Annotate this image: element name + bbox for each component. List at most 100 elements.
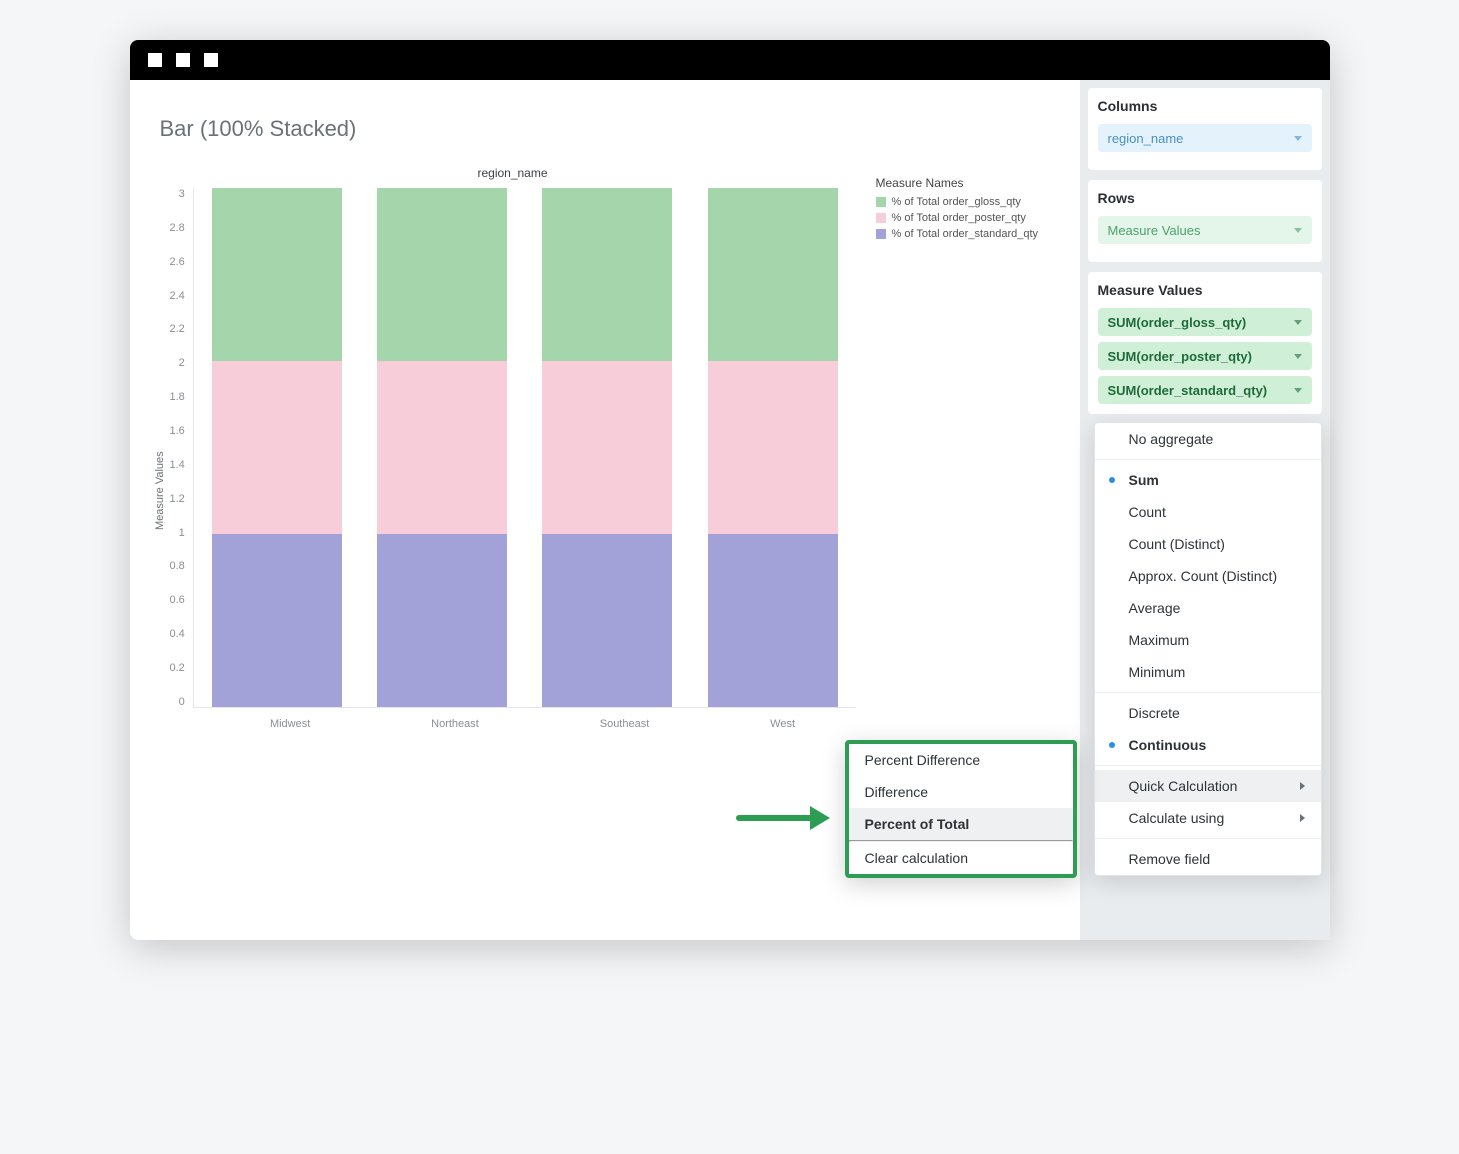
measure-values-panel: Measure Values SUM(order_gloss_qty) SUM(… bbox=[1088, 272, 1322, 414]
bar-segment-standard bbox=[212, 534, 342, 707]
window-control[interactable] bbox=[148, 53, 162, 67]
chevron-down-icon bbox=[1294, 354, 1302, 359]
y-tick: 1.8 bbox=[170, 391, 185, 403]
legend-swatch-icon bbox=[876, 213, 886, 223]
y-tick: 2.2 bbox=[170, 323, 185, 335]
menu-no-aggregate[interactable]: No aggregate bbox=[1095, 423, 1321, 455]
legend-item[interactable]: % of Total order_standard_qty bbox=[876, 228, 1056, 240]
menu-count-distinct[interactable]: Count (Distinct) bbox=[1095, 528, 1321, 560]
bar-midwest[interactable] bbox=[212, 188, 342, 707]
submenu-percent-of-total[interactable]: Percent of Total bbox=[849, 808, 1073, 840]
measure-dropdown-menu: No aggregate Sum Count Count (Distinct) … bbox=[1094, 422, 1322, 876]
chevron-down-icon bbox=[1294, 228, 1302, 233]
window-titlebar bbox=[130, 40, 1330, 80]
y-tick: 2.6 bbox=[170, 256, 185, 268]
menu-continuous[interactable]: Continuous bbox=[1095, 729, 1321, 761]
x-labels: Midwest Northeast Southeast West bbox=[210, 718, 856, 730]
menu-quick-calculation[interactable]: Quick Calculation bbox=[1095, 770, 1321, 802]
bar-segment-standard bbox=[377, 534, 507, 707]
y-tick: 0.2 bbox=[170, 662, 185, 674]
menu-label: Continuous bbox=[1129, 737, 1207, 753]
pill-label: SUM(order_poster_qty) bbox=[1108, 349, 1252, 364]
bar-segment-gloss bbox=[708, 188, 838, 361]
chart-plot-area bbox=[193, 188, 856, 708]
bar-west[interactable] bbox=[708, 188, 838, 707]
app-window: Bar (100% Stacked) Measure Values region… bbox=[130, 40, 1330, 940]
chevron-down-icon bbox=[1294, 388, 1302, 393]
menu-label: Calculate using bbox=[1129, 810, 1225, 826]
pill-label: region_name bbox=[1108, 131, 1184, 146]
config-sidebar: Columns region_name Rows Measure Values … bbox=[1080, 80, 1330, 940]
menu-maximum[interactable]: Maximum bbox=[1095, 624, 1321, 656]
menu-sum[interactable]: Sum bbox=[1095, 464, 1321, 496]
quick-calculation-submenu: Percent Difference Difference Percent of… bbox=[845, 740, 1077, 878]
rows-title: Rows bbox=[1098, 190, 1312, 206]
pill-label: SUM(order_standard_qty) bbox=[1108, 383, 1268, 398]
y-tick: 1.4 bbox=[170, 459, 185, 471]
window-control[interactable] bbox=[176, 53, 190, 67]
bar-segment-poster bbox=[212, 361, 342, 534]
y-tick: 0.6 bbox=[170, 594, 185, 606]
legend-item[interactable]: % of Total order_poster_qty bbox=[876, 212, 1056, 224]
mv-pill-gloss[interactable]: SUM(order_gloss_qty) bbox=[1098, 308, 1312, 336]
columns-panel: Columns region_name bbox=[1088, 88, 1322, 170]
y-tick: 2.4 bbox=[170, 290, 185, 302]
chart-panel: Bar (100% Stacked) Measure Values region… bbox=[130, 80, 1080, 940]
bar-segment-standard bbox=[542, 534, 672, 707]
menu-discrete[interactable]: Discrete bbox=[1095, 697, 1321, 729]
y-ticks: 3 2.8 2.6 2.4 2.2 2 1.8 1.6 1.4 1.2 1 0.… bbox=[170, 188, 193, 708]
menu-count[interactable]: Count bbox=[1095, 496, 1321, 528]
legend-item[interactable]: % of Total order_gloss_qty bbox=[876, 196, 1056, 208]
submenu-percent-difference[interactable]: Percent Difference bbox=[849, 744, 1073, 776]
menu-average[interactable]: Average bbox=[1095, 592, 1321, 624]
submenu-arrow-icon bbox=[1300, 814, 1305, 822]
window-control[interactable] bbox=[204, 53, 218, 67]
y-tick: 1 bbox=[179, 527, 185, 539]
bar-southeast[interactable] bbox=[542, 188, 672, 707]
y-axis-label: Measure Values bbox=[154, 166, 166, 730]
rows-pill-measure-values[interactable]: Measure Values bbox=[1098, 216, 1312, 244]
bar-segment-standard bbox=[708, 534, 838, 707]
rows-panel: Rows Measure Values bbox=[1088, 180, 1322, 262]
measure-values-title: Measure Values bbox=[1098, 282, 1312, 298]
bar-segment-poster bbox=[708, 361, 838, 534]
legend: Measure Names % of Total order_gloss_qty… bbox=[856, 166, 1056, 730]
columns-title: Columns bbox=[1098, 98, 1312, 114]
pill-label: Measure Values bbox=[1108, 223, 1201, 238]
x-tick: Midwest bbox=[270, 718, 310, 730]
menu-label: Quick Calculation bbox=[1129, 778, 1238, 794]
bar-segment-gloss bbox=[542, 188, 672, 361]
chevron-down-icon bbox=[1294, 320, 1302, 325]
y-tick: 1.2 bbox=[170, 493, 185, 505]
y-tick: 0.4 bbox=[170, 628, 185, 640]
mv-pill-poster[interactable]: SUM(order_poster_qty) bbox=[1098, 342, 1312, 370]
columns-pill-region-name[interactable]: region_name bbox=[1098, 124, 1312, 152]
submenu-clear-calculation[interactable]: Clear calculation bbox=[849, 842, 1073, 874]
submenu-arrow-icon bbox=[1300, 782, 1305, 790]
menu-approx-count-distinct[interactable]: Approx. Count (Distinct) bbox=[1095, 560, 1321, 592]
menu-minimum[interactable]: Minimum bbox=[1095, 656, 1321, 688]
bar-segment-gloss bbox=[377, 188, 507, 361]
y-tick: 0.8 bbox=[170, 560, 185, 572]
menu-remove-field[interactable]: Remove field bbox=[1095, 843, 1321, 875]
bar-segment-gloss bbox=[212, 188, 342, 361]
selected-bullet-icon bbox=[1109, 742, 1115, 748]
menu-calculate-using[interactable]: Calculate using bbox=[1095, 802, 1321, 834]
legend-label: % of Total order_poster_qty bbox=[892, 212, 1026, 224]
legend-label: % of Total order_gloss_qty bbox=[892, 196, 1021, 208]
bar-northeast[interactable] bbox=[377, 188, 507, 707]
chart-title: Bar (100% Stacked) bbox=[160, 116, 1056, 142]
pill-label: SUM(order_gloss_qty) bbox=[1108, 315, 1247, 330]
y-tick: 3 bbox=[179, 188, 185, 200]
bar-segment-poster bbox=[542, 361, 672, 534]
legend-title: Measure Names bbox=[876, 176, 1056, 190]
y-tick: 2.8 bbox=[170, 222, 185, 234]
chevron-down-icon bbox=[1294, 136, 1302, 141]
x-axis-title: region_name bbox=[170, 166, 856, 180]
x-tick: Southeast bbox=[600, 718, 650, 730]
submenu-difference[interactable]: Difference bbox=[849, 776, 1073, 808]
legend-label: % of Total order_standard_qty bbox=[892, 228, 1039, 240]
x-tick: Northeast bbox=[431, 718, 479, 730]
mv-pill-standard[interactable]: SUM(order_standard_qty) bbox=[1098, 376, 1312, 404]
legend-swatch-icon bbox=[876, 229, 886, 239]
